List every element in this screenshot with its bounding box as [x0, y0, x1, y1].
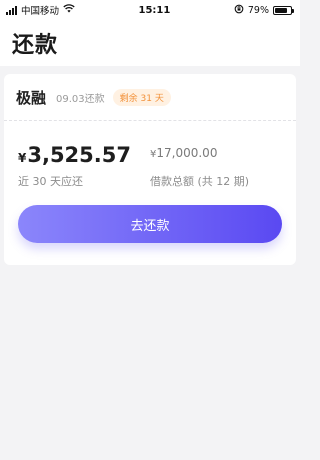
due-date: 09.03还款 [56, 90, 105, 105]
total-amount-label: 借款总额 (共 12 期) [150, 175, 250, 188]
repay-currency: ¥ [18, 151, 27, 165]
battery-percent: 79% [247, 4, 269, 16]
battery-icon [272, 5, 294, 15]
due-date-value: 09.03 [56, 93, 85, 105]
carrier-label: 中国移动 [21, 6, 60, 17]
signal-icon [6, 5, 17, 15]
page-title: 还款 [12, 33, 59, 58]
total-amount: ¥17,000.00 [150, 146, 282, 160]
status-bar-right: 79% [234, 4, 294, 17]
loan-card-header: 极融 09.03还款 剩余 31 天 [4, 74, 296, 120]
page-header: 还款 [0, 20, 300, 66]
amounts-row: ¥3,525.57 近 30 天应还 ¥17,000.00 借款总额 (共 12… [4, 121, 296, 205]
repay-button-wrap: 去还款 [4, 205, 296, 265]
repay-amount-block: ¥3,525.57 近 30 天应还 [18, 143, 150, 205]
repay-amount: ¥3,525.57 [18, 143, 150, 167]
due-date-suffix: 还款 [84, 93, 105, 105]
wifi-icon [63, 4, 75, 16]
status-bar-left: 中国移动 [6, 3, 75, 17]
section-gap [0, 66, 300, 74]
loan-card: 极融 09.03还款 剩余 31 天 ¥3,525.57 近 30 天应还 ¥1… [4, 74, 296, 265]
total-amount-value: 17,000.00 [156, 146, 218, 160]
status-bar-time: 15:11 [138, 4, 171, 16]
status-bar: 中国移动 15:11 79% [0, 0, 300, 20]
lender-name: 极融 [16, 88, 47, 107]
total-amount-block: ¥17,000.00 借款总额 (共 12 期) [150, 143, 282, 205]
repay-amount-value: 3,525.57 [27, 143, 131, 167]
repay-amount-label: 近 30 天应还 [18, 175, 83, 188]
repay-button[interactable]: 去还款 [18, 205, 282, 243]
rotation-lock-icon [234, 4, 244, 17]
remaining-days-badge: 剩余 31 天 [112, 88, 171, 106]
